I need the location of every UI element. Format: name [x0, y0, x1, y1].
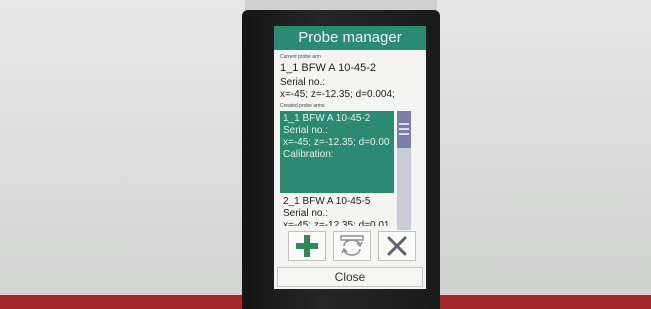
created-probes-caption: Created probe arms: [280, 103, 325, 109]
close-button[interactable]: Close: [277, 267, 423, 287]
list-item-serial-label: Serial no.:: [283, 125, 329, 136]
dialog-title: Probe manager: [274, 26, 426, 50]
probe-arm-list[interactable]: 1_1 BFW A 10-45-2 Serial no.: x=-45; z=-…: [280, 111, 421, 230]
close-x-icon: [387, 236, 407, 256]
delete-probe-button[interactable]: [378, 231, 416, 261]
probe-arm-icon: [340, 235, 364, 256]
background-left: [0, 0, 245, 309]
list-item-selected[interactable]: 1_1 BFW A 10-45-2 Serial no.: x=-45; z=-…: [280, 111, 394, 193]
current-probe-name: 1_1 BFW A 10-45-2: [280, 62, 376, 74]
probe-arm-button[interactable]: [333, 231, 371, 261]
probe-manager-dialog: Probe manager Current probe arm 1_1 BFW …: [274, 26, 426, 289]
list-item-calibration-label: Calibration:: [283, 149, 334, 160]
list-scrollbar[interactable]: [397, 111, 411, 230]
current-serial-label: Serial no.:: [280, 77, 326, 88]
scroll-thumb[interactable]: [397, 111, 411, 148]
dialog-content: Current probe arm 1_1 BFW A 10-45-2 Seri…: [274, 50, 426, 230]
list-item-params: x=-45; z=-12.35; d=0.00: [283, 137, 390, 148]
list-item-name: 1_1 BFW A 10-45-2: [283, 113, 371, 124]
current-probe-params: x=-45; z=-12.35; d=0.004;: [280, 89, 395, 100]
add-probe-button[interactable]: [288, 231, 326, 261]
action-toolbar: [288, 231, 416, 261]
background-right: [437, 0, 651, 309]
plus-icon: [296, 235, 318, 257]
current-probe-caption: Current probe arm: [280, 54, 321, 60]
